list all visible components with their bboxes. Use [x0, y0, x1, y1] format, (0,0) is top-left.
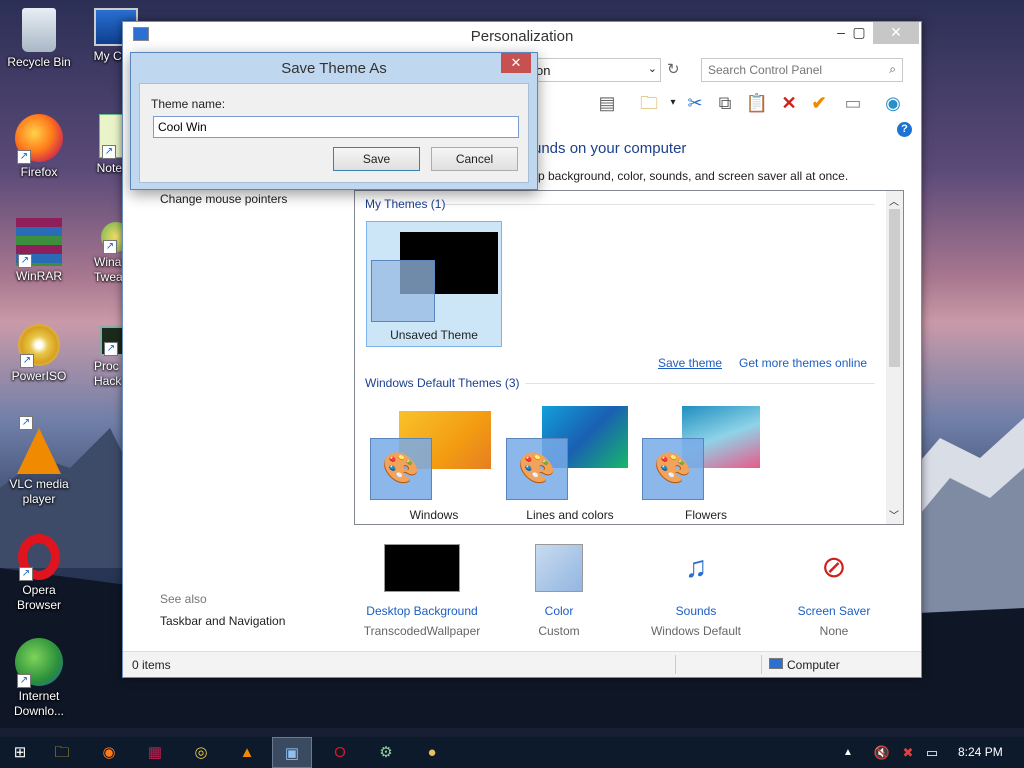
desktop-icon-idm[interactable]: ↗ Internet Downlo...	[1, 638, 77, 719]
delete-icon[interactable]: ✕	[777, 90, 801, 116]
screen-saver-setting[interactable]: ⊘ Screen Saver None	[769, 544, 899, 638]
unsaved-theme-label: Unsaved Theme	[390, 328, 478, 342]
cut-icon[interactable]: ✂	[683, 90, 707, 116]
status-location: Computer	[787, 658, 840, 672]
properties-check-icon[interactable]: ✔	[807, 90, 831, 116]
page-subheading: p background, color, sounds, and screen …	[538, 169, 849, 183]
scroll-up-icon[interactable]: ︿	[889, 193, 899, 208]
winrar-icon: ↗	[16, 218, 62, 268]
theme-name-input[interactable]	[153, 116, 519, 138]
see-also-label: See also	[160, 592, 207, 606]
maximize-button[interactable]: ▢	[845, 22, 873, 44]
color-setting[interactable]: Color Custom	[494, 544, 624, 638]
status-divider	[761, 655, 762, 674]
themes-list: My Themes (1) Unsaved Theme Save theme G…	[354, 190, 904, 525]
vertical-scrollbar[interactable]: ︿ ﹀	[886, 191, 903, 524]
status-items-count: 0 items	[132, 658, 171, 672]
status-bar: 0 items Computer	[123, 651, 921, 677]
firefox-icon: ↗	[15, 114, 63, 164]
computer-small-icon	[769, 658, 783, 669]
toolbar: ▤ 🗀 ▾ ✂ ⧉ 📋 ✕ ✔ ▭ ◉	[593, 90, 918, 120]
header-divider	[525, 383, 875, 384]
dropdown-arrow-icon[interactable]: ▾	[661, 90, 685, 116]
color-palette-icon: 🎨	[506, 438, 568, 500]
app-taskbar-icon[interactable]: ●	[412, 737, 452, 768]
personalization-taskbar-icon[interactable]: ▣	[272, 737, 312, 768]
unsaved-theme-tile[interactable]: Unsaved Theme	[366, 221, 502, 347]
refresh-icon[interactable]: ↻	[667, 60, 680, 78]
theme-windows[interactable]: 🎨 Windows	[366, 406, 502, 526]
desktop-icon-vlc[interactable]: ↗ VLC media player	[1, 416, 77, 507]
cancel-button[interactable]: Cancel	[431, 147, 518, 171]
copy-icon[interactable]: ⧉	[713, 90, 737, 116]
vlc-icon: ↗	[17, 416, 61, 474]
save-button[interactable]: Save	[333, 147, 420, 171]
desktop-icon-winrar[interactable]: ↗ WinRAR	[1, 218, 77, 284]
desktop-background-setting[interactable]: Desktop Background TranscodedWallpaper	[357, 544, 487, 638]
desktop-background-thumb	[384, 544, 460, 592]
volume-muted-icon[interactable]: 🔇	[872, 737, 892, 768]
status-divider	[675, 655, 676, 674]
search-input[interactable]	[708, 63, 878, 77]
poweriso-icon: ↗	[18, 324, 60, 368]
vlc-taskbar-icon[interactable]: ▲	[227, 737, 267, 768]
notification-icon[interactable]: ▭	[922, 737, 942, 768]
dialog-title: Save Theme As	[281, 60, 387, 77]
dialog-close-button[interactable]: ✕	[501, 53, 531, 73]
scroll-down-icon[interactable]: ﹀	[889, 507, 899, 522]
scrollbar-thumb[interactable]	[889, 209, 900, 367]
taskbar-navigation-link[interactable]: Taskbar and Navigation	[160, 614, 285, 628]
dialog-body: Theme name: Save Cancel	[139, 83, 529, 183]
rename-icon[interactable]: ▭	[841, 90, 865, 116]
color-palette-icon: 🎨	[370, 438, 432, 500]
chevron-down-icon[interactable]: ⌄	[648, 62, 657, 75]
sounds-icon: ♫	[684, 551, 708, 584]
color-palette-icon: 🎨	[642, 438, 704, 500]
desktop-icon-recycle-bin[interactable]: Recycle Bin	[1, 8, 77, 70]
theme-name-label: Theme name:	[151, 97, 226, 111]
sounds-setting[interactable]: ♫ Sounds Windows Default	[631, 544, 761, 638]
taskbar: ⊞ 🗀 ◉ ▦ ◎ ▲ ▣ O ⚙ ● ▲ 🔇 ✖ ▭ 8:24 PM	[0, 737, 1024, 768]
idm-icon: ↗	[15, 638, 63, 688]
theme-preview-window	[371, 260, 435, 322]
network-disconnected-icon[interactable]: ✖	[898, 737, 918, 768]
save-theme-dialog: Save Theme As ✕ Theme name: Save Cancel	[130, 52, 538, 190]
save-theme-link[interactable]: Save theme	[658, 356, 722, 370]
help-icon[interactable]: ?	[897, 122, 912, 137]
address-bar[interactable]: on ⌄	[531, 58, 661, 82]
file-explorer-icon[interactable]: 🗀	[42, 737, 82, 768]
layout-icon[interactable]: ▤	[595, 90, 619, 116]
desktop-icon-firefox[interactable]: ↗ Firefox	[1, 114, 77, 180]
theme-flowers[interactable]: 🎨 Flowers	[638, 406, 774, 526]
page-heading: unds on your computer	[533, 140, 687, 157]
poweriso-taskbar-icon[interactable]: ◎	[181, 737, 221, 768]
default-themes-header: Windows Default Themes (3)	[365, 376, 520, 390]
desktop-icon-poweriso[interactable]: ↗ PowerISO	[1, 324, 77, 384]
desktop-icon-opera[interactable]: ↗ Opera Browser	[1, 534, 77, 613]
opera-taskbar-icon[interactable]: O	[320, 737, 360, 768]
clock-time[interactable]: 8:24 PM	[958, 745, 1003, 759]
globe-icon[interactable]: ◉	[881, 90, 905, 116]
color-swatch	[535, 544, 583, 592]
window-title: Personalization	[470, 28, 574, 45]
start-windows-icon[interactable]: ⊞	[0, 737, 40, 768]
firefox-taskbar-icon[interactable]: ◉	[89, 737, 129, 768]
my-themes-header: My Themes (1)	[365, 197, 446, 211]
screen-saver-icon: ⊘	[821, 551, 847, 584]
header-divider	[445, 204, 875, 205]
get-more-themes-link[interactable]: Get more themes online	[739, 356, 867, 370]
close-button[interactable]: ✕	[873, 22, 919, 44]
recycle-bin-icon	[22, 8, 56, 52]
winrar-taskbar-icon[interactable]: ▦	[135, 737, 175, 768]
search-icon[interactable]: ⌕	[889, 62, 896, 77]
tray-up-arrow-icon[interactable]: ▲	[838, 737, 858, 768]
change-mouse-pointers-link[interactable]: Change mouse pointers	[160, 192, 287, 206]
window-titlebar[interactable]: Personalization – ▢ ✕	[123, 22, 921, 50]
theme-lines-and-colors[interactable]: 🎨 Lines and colors	[502, 406, 638, 526]
opera-icon: ↗	[18, 534, 60, 581]
search-box[interactable]: ⌕	[701, 58, 903, 82]
folder-options-icon[interactable]: 🗀	[637, 90, 661, 116]
process-hacker-taskbar-icon[interactable]: ⚙	[366, 737, 406, 768]
paste-icon[interactable]: 📋	[745, 90, 769, 116]
